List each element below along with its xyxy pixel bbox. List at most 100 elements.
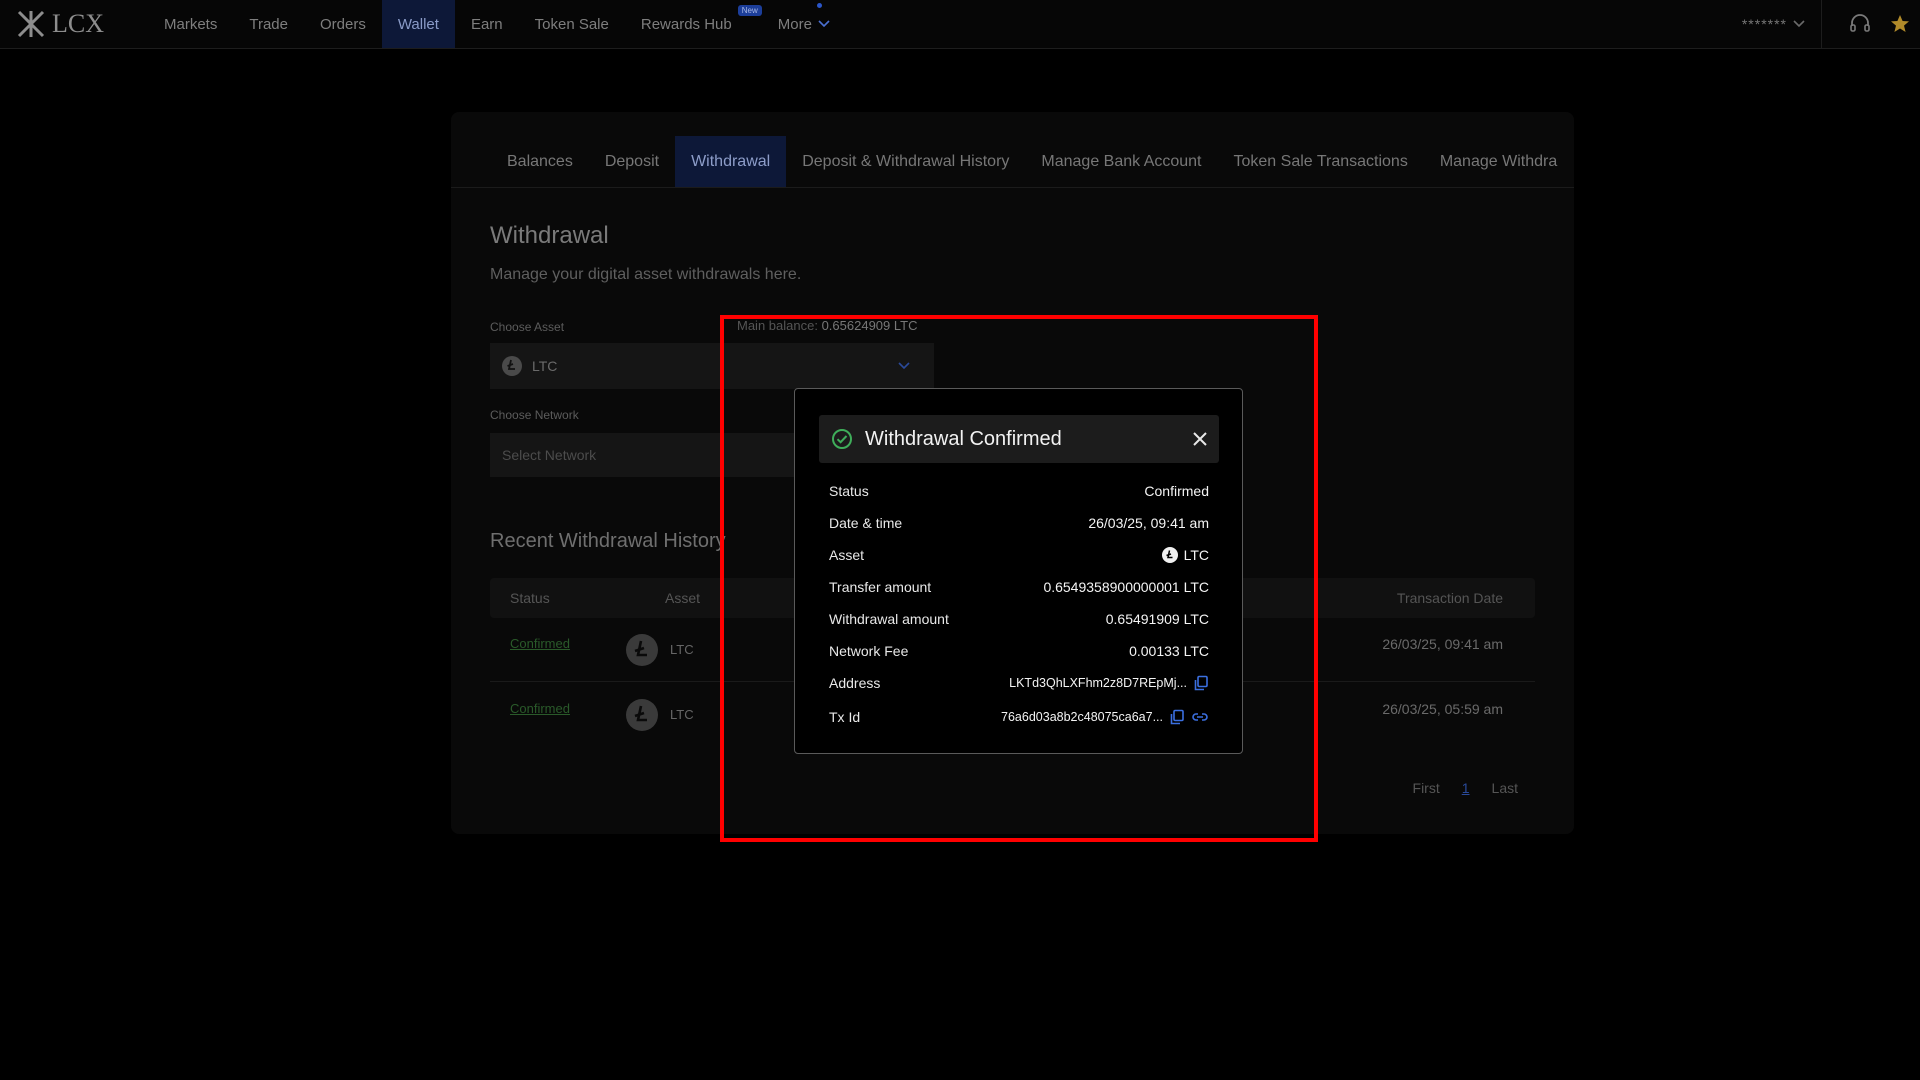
detail-label: Status (829, 483, 869, 499)
chevron-down-icon (898, 362, 910, 370)
detail-value: LKTd3QhLXFhm2z8D7REpMj... (1009, 676, 1187, 690)
check-circle-icon (832, 429, 852, 449)
column-transaction-date: Transaction Date (1396, 590, 1503, 606)
tab-withdrawal[interactable]: Withdrawal (675, 136, 787, 187)
detail-label: Withdrawal amount (829, 611, 949, 627)
detail-network-fee: Network Fee 0.00133 LTC (829, 641, 1209, 661)
nav-markets[interactable]: Markets (148, 0, 233, 48)
detail-asset: Asset LTC (829, 545, 1209, 565)
withdrawal-confirmed-modal: Withdrawal Confirmed Status Confirmed Da… (794, 388, 1243, 754)
detail-tx-id-value: 76a6d03a8b2c48075ca6a7... (1001, 709, 1209, 725)
new-badge: New (737, 5, 762, 16)
ltc-coin-icon (1161, 547, 1178, 563)
ltc-coin-icon (502, 356, 522, 376)
pagination: First 1 Last (1413, 780, 1518, 796)
nav-wallet[interactable]: Wallet (381, 0, 455, 48)
nav-orders[interactable]: Orders (304, 0, 382, 48)
detail-date-time: Date & time 26/03/25, 09:41 am (829, 513, 1209, 533)
row-status-link[interactable]: Confirmed (510, 701, 570, 716)
detail-transfer-amount: Transfer amount 0.6549358900000001 LTC (829, 577, 1209, 597)
link-icon (1192, 713, 1208, 721)
page-subtitle: Manage your digital asset withdrawals he… (490, 266, 802, 283)
ltc-coin-icon (626, 699, 658, 731)
main-balance-value: 0.65624909 LTC (821, 318, 918, 333)
chevron-down-icon (1793, 20, 1805, 28)
asset-select-value: LTC (532, 358, 558, 374)
detail-value: 0.65491909 LTC (1105, 611, 1209, 627)
detail-value: 26/03/25, 09:41 am (1088, 515, 1209, 531)
nav-rewards-hub-label: Rewards Hub (640, 15, 732, 33)
copy-tx-id-button[interactable] (1169, 709, 1185, 725)
user-name-masked: ******* (1741, 16, 1787, 32)
recent-withdrawal-history-title: Recent Withdrawal History (490, 530, 726, 552)
detail-label: Asset (829, 547, 865, 563)
tab-manage-bank-account[interactable]: Manage Bank Account (1025, 136, 1217, 187)
detail-address-value: LKTd3QhLXFhm2z8D7REpMj... (1009, 675, 1209, 691)
wallet-tabs: Balances Deposit Withdrawal Deposit & Wi… (451, 136, 1574, 188)
row-date: 26/03/25, 09:41 am (1382, 636, 1503, 652)
nav-divider (1821, 0, 1822, 49)
chevron-down-icon (818, 20, 830, 28)
page-title: Withdrawal (490, 222, 609, 249)
logo-text: LCX (52, 9, 104, 38)
open-tx-link-button[interactable] (1191, 709, 1209, 725)
nav-rewards-hub[interactable]: Rewards Hub New (625, 0, 762, 48)
detail-label: Address (829, 675, 881, 691)
detail-value: LTC (1183, 547, 1209, 563)
detail-value: Confirmed (1144, 483, 1209, 499)
pager-page-1[interactable]: 1 (1462, 780, 1470, 796)
close-modal-button[interactable] (1191, 430, 1209, 448)
pager-first[interactable]: First (1413, 780, 1440, 796)
column-asset: Asset (665, 590, 701, 606)
row-status-link[interactable]: Confirmed (510, 636, 570, 651)
main-balance: Main balance: 0.65624909 LTC (737, 318, 917, 333)
ltc-coin-icon (626, 634, 658, 666)
detail-address: Address LKTd3QhLXFhm2z8D7REpMj... (829, 673, 1209, 693)
row-date: 26/03/25, 05:59 am (1382, 701, 1503, 717)
copy-icon (1170, 709, 1184, 725)
modal-title: Withdrawal Confirmed (865, 427, 1062, 450)
support-button[interactable] (1840, 13, 1880, 35)
tab-balances[interactable]: Balances (491, 136, 589, 187)
detail-status: Status Confirmed (829, 481, 1209, 501)
detail-label: Tx Id (829, 709, 861, 725)
detail-label: Network Fee (829, 643, 909, 659)
detail-label: Date & time (829, 515, 903, 531)
headset-icon (1850, 14, 1870, 32)
detail-tx-id: Tx Id 76a6d03a8b2c48075ca6a7... (829, 707, 1209, 727)
modal-header: Withdrawal Confirmed (819, 415, 1219, 463)
lcx-logo-icon (17, 10, 45, 38)
network-select-placeholder: Select Network (502, 447, 597, 463)
choose-asset-label: Choose Asset (490, 320, 565, 334)
detail-value: 0.6549358900000001 LTC (1043, 579, 1209, 595)
lcx-logo[interactable]: LCX (0, 0, 148, 48)
column-status: Status (510, 590, 550, 606)
star-icon (1891, 15, 1909, 32)
tab-manage-withdrawal[interactable]: Manage Withdra (1424, 136, 1573, 187)
favorites-button[interactable] (1880, 14, 1920, 34)
tab-token-sale-transactions[interactable]: Token Sale Transactions (1218, 136, 1424, 187)
tab-deposit-withdrawal-history[interactable]: Deposit & Withdrawal History (786, 136, 1025, 187)
detail-asset-value: LTC (1161, 547, 1209, 563)
tab-deposit[interactable]: Deposit (589, 136, 675, 187)
choose-network-label: Choose Network (490, 408, 579, 422)
notification-dot (816, 3, 822, 8)
pager-last[interactable]: Last (1492, 780, 1518, 796)
nav-token-sale[interactable]: Token Sale (519, 0, 625, 48)
detail-value: 0.00133 LTC (1129, 643, 1209, 659)
detail-withdrawal-amount: Withdrawal amount 0.65491909 LTC (829, 609, 1209, 629)
row-asset: LTC (670, 642, 694, 657)
nav-more-label: More (777, 15, 812, 33)
nav-trade[interactable]: Trade (233, 0, 304, 48)
close-icon (1193, 432, 1207, 446)
row-asset: LTC (670, 707, 694, 722)
copy-address-button[interactable] (1193, 675, 1209, 691)
main-balance-label: Main balance: (737, 318, 818, 333)
copy-icon (1194, 675, 1208, 691)
top-navbar: LCX Markets Trade Orders Wallet Earn Tok… (0, 0, 1920, 49)
detail-label: Transfer amount (829, 579, 932, 595)
nav-earn[interactable]: Earn (455, 0, 519, 48)
nav-more[interactable]: More (762, 0, 846, 48)
asset-select[interactable]: LTC (490, 343, 934, 389)
user-menu[interactable]: ******* (1742, 16, 1821, 32)
